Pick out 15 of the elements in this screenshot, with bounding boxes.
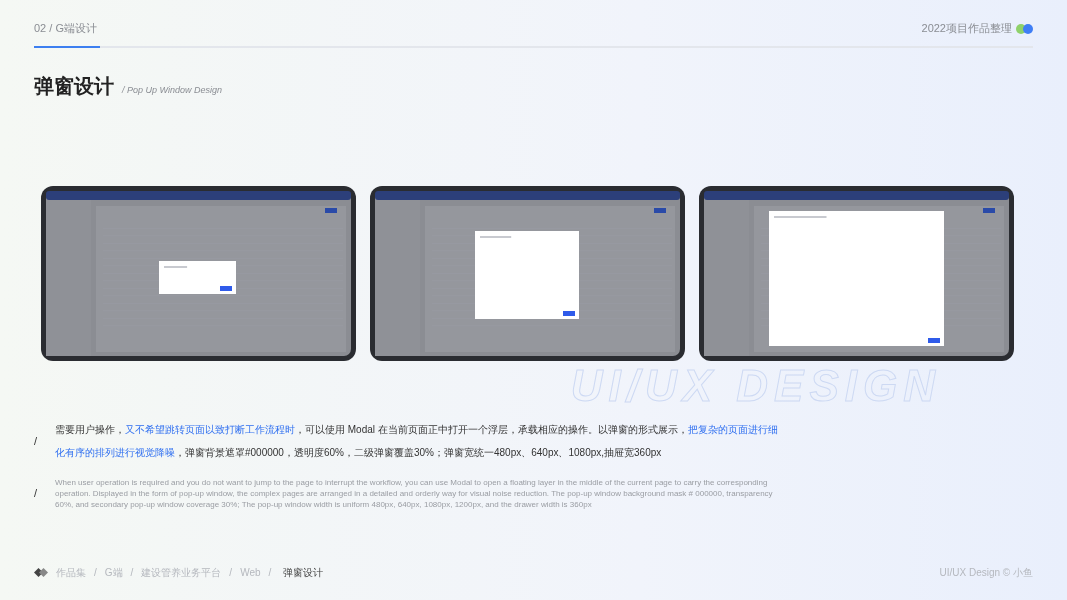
section-label: 02 / G端设计 <box>34 21 97 37</box>
english-description: When user operation is required and you do not want to jump to the page to interrupt the workflow, you can use Modal to open a floating layer in the middle of the current page to carry the corresponding operation. Displayed in the form of pop-up window, the complex pages are arranged in a detailed and orderly way for visual noise reduction. The pop-up window background mask # 000000, transparency 60%, and secondary pop-up window coverage 30%; The pop-up window width is uniform 480px, 640px, 1080px, 1200px, and the drawer width is 360px <box>55 477 774 511</box>
slash-marker: / <box>34 486 39 502</box>
breadcrumb-separator: / <box>268 566 272 580</box>
breadcrumb-separator: / <box>229 566 233 580</box>
page-subtitle: / Pop Up Window Design <box>122 86 222 95</box>
collection-label: 2022项目作品整理 <box>921 21 1012 37</box>
breadcrumb-separator: / <box>130 566 134 580</box>
breadcrumb-item[interactable]: 弹窗设计 <box>283 565 324 580</box>
diamond-logo-icon <box>34 568 48 577</box>
breadcrumb-separator: / <box>94 566 97 580</box>
page-title: 弹窗设计 <box>34 76 114 96</box>
description-paragraph: 需要用户操作，又不希望跳转页面以致打断工作流程时，可以使用 Modal 在当前页面正中打开一个浮层，承载相应的操作。以弹窗的形式展示，把复杂的页面进行细化有序的排列进行视觉降噪，弹窗背景遮罩#000000，透明度60%，二级弹窗覆盖30%；弹窗宽统一480px、640px、1080px,抽屉宽360px <box>55 423 779 461</box>
breadcrumb-item[interactable]: Web <box>240 565 261 580</box>
slash-marker: / <box>34 433 39 449</box>
